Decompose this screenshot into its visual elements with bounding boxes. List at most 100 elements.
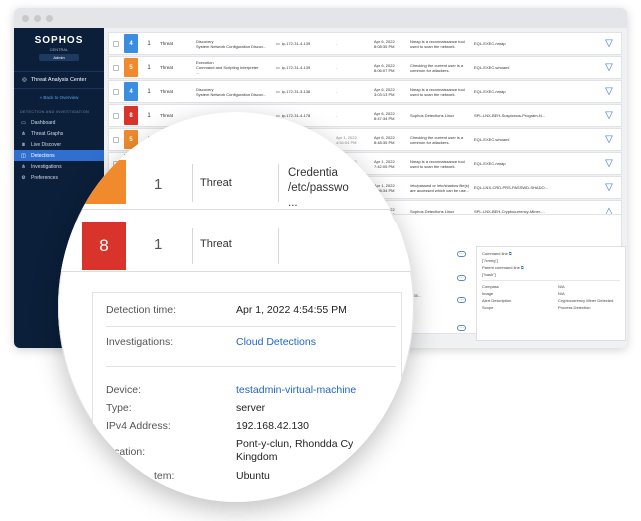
row-device: ip-172-31-4-139	[281, 65, 311, 70]
severity-badge	[58, 160, 126, 204]
investigation-link[interactable]: Cloud Detections	[236, 336, 316, 349]
row-checkbox[interactable]	[113, 88, 119, 95]
threat-graph-icon: ⋔	[21, 130, 26, 137]
expand-icon[interactable]: ▽	[603, 158, 615, 169]
table-row[interactable]: 4 1 Threat Discovery System Network Configu…	[108, 32, 622, 55]
severity-badge: 4	[124, 82, 138, 101]
sophos-logo: SOPHOS CENTRAL Admin	[14, 28, 104, 61]
row-detection-name: Discovery System Network Configuration D…	[196, 86, 267, 97]
investigations-icon: ⋔	[21, 163, 26, 170]
row-device-cell: ▭ ip-172-31-4-139	[276, 65, 334, 70]
parent-command-line-label: Parent command line	[482, 265, 520, 270]
expand-icon[interactable]: ▽	[603, 38, 615, 49]
row-rule: EQL-EXEC-nmap	[474, 89, 506, 94]
severity-badge: 4	[124, 34, 138, 53]
zoom-row-credential[interactable]: 1 Threat Credentia /etc/passwo ...	[58, 112, 414, 210]
row-time: Apr 6, 2022 8:08:35 PM	[374, 38, 395, 49]
zoom-row-name: Credentia /etc/passwo ...	[288, 167, 349, 209]
row-device-cell: ▭ ip-172-31-4-139	[276, 41, 334, 46]
divider	[106, 366, 396, 367]
row-score: 1	[147, 64, 151, 71]
more-icon[interactable]: …	[457, 325, 466, 331]
row-score: 1	[147, 40, 151, 47]
divider	[278, 164, 279, 202]
ipv4-label: IPv4 Address:	[106, 420, 171, 432]
divider	[192, 164, 193, 202]
divider	[106, 326, 396, 327]
role-badge: Admin	[39, 54, 79, 61]
more-icon[interactable]: …	[457, 251, 466, 257]
device-link[interactable]: testadmin-virtual-machine	[236, 384, 356, 397]
brand-sub: CENTRAL	[49, 47, 69, 52]
row-first-seen: -	[336, 41, 338, 46]
property-row: Alert Description Cryptocurrency Miner De…	[482, 298, 620, 303]
expand-icon[interactable]: ▽	[603, 134, 615, 145]
property-value: Cryptocurrency Miner Detected	[558, 298, 614, 303]
table-row[interactable]: 5 1 Threat Execution Command and Scripting …	[108, 56, 622, 79]
row-checkbox[interactable]	[113, 40, 119, 47]
type-value: server	[236, 402, 266, 414]
property-row: Scope Process Detection	[482, 305, 620, 310]
more-icon[interactable]: …	[457, 275, 466, 281]
property-key: Compass	[482, 284, 499, 289]
ipv4-value: 192.168.42.130	[236, 420, 309, 432]
device-label: Device:	[106, 384, 142, 396]
app-title-label: Threat Analysis Center	[30, 77, 87, 83]
sidebar-item-label: Detections	[31, 152, 55, 159]
row-rule: SPL-LNX-BEH-Suspicious-Program-N...	[474, 113, 546, 118]
expand-icon[interactable]: ▽	[603, 86, 615, 97]
property-value: Process Detection	[558, 305, 591, 310]
row-description: Nmap is a reconnaissance tool used to sc…	[410, 86, 465, 97]
row-device-cell: ▭ ip-172-31-3-138	[276, 89, 334, 94]
divider	[192, 228, 193, 264]
table-row[interactable]: 4 1 Threat Discovery System Network Configu…	[108, 80, 622, 103]
zoom-row-type: Threat	[200, 177, 232, 189]
row-score: 1	[147, 88, 151, 95]
row-time: Apr 6, 2022 3:03:13 PM	[374, 86, 395, 97]
property-row: Image N/A	[482, 291, 620, 296]
row-rule: EQL-EXEC-nmap	[474, 161, 506, 166]
type-label: Type:	[106, 402, 132, 414]
expand-icon[interactable]: ▽	[603, 182, 615, 193]
detection-time-label: Detection time:	[106, 304, 177, 316]
copy-icon[interactable]: ⧉	[509, 251, 512, 256]
app-title[interactable]: ◎ Threat Analysis Center	[14, 71, 104, 89]
expand-icon[interactable]: ▽	[603, 110, 615, 121]
row-type: Threat	[160, 41, 174, 46]
zoom-row-crypto[interactable]: 8 1 Threat	[58, 222, 414, 272]
location-value: Pont-y-clun, Rhondda Cy Kingdom	[236, 438, 354, 463]
row-rule: EQL-LNX-CRD-PRS-PASSWD-SHADO...	[474, 185, 548, 190]
row-description: Nmap is a reconnaissance tool used to sc…	[410, 158, 465, 169]
severity-badge: 5	[124, 58, 138, 77]
row-detection-name: Execution Command and Scripting Interpre…	[196, 60, 259, 75]
row-first-seen: -	[336, 65, 338, 70]
copy-icon[interactable]: ⧉	[521, 265, 524, 270]
brand-name: SOPHOS	[34, 35, 84, 46]
gear-icon: ⚙	[21, 174, 26, 181]
property-key: Alert Description	[482, 298, 512, 303]
divider	[278, 228, 279, 264]
row-detection-name: Discovery System Network Configuration D…	[196, 38, 267, 49]
property-value: N/A	[558, 284, 565, 289]
sidebar-item-label: Preferences	[31, 174, 58, 181]
sidebar-item-label: Dashboard	[31, 119, 56, 126]
row-description: Checking the current user is a common fo…	[410, 134, 464, 145]
os-label: tem:	[154, 470, 175, 482]
row-checkbox[interactable]	[113, 64, 119, 71]
expand-icon[interactable]: ▽	[603, 62, 615, 73]
live-discover-icon: ⩩	[22, 141, 25, 148]
zoom-row-type: Threat	[200, 238, 232, 250]
row-description: Sophos Detections Linux	[410, 113, 455, 118]
window-close-dot[interactable]	[22, 14, 29, 22]
back-to-overview-link[interactable]: « Back to Overview	[14, 89, 104, 106]
more-icon[interactable]: …	[457, 297, 466, 303]
dashboard-icon: ▭	[21, 119, 26, 126]
location-label: location:	[106, 446, 146, 458]
sidebar-item-label: Live Discover	[31, 141, 62, 148]
window-minimize-dot[interactable]	[34, 14, 41, 22]
row-type: Threat	[160, 65, 174, 70]
parent-command-line-value: ["bash"]	[482, 272, 496, 277]
window-maximize-dot[interactable]	[46, 14, 53, 22]
row-description: Checking the current user is a common fo…	[410, 62, 464, 73]
row-rule: EQL-EXEC-whoami	[474, 137, 510, 142]
